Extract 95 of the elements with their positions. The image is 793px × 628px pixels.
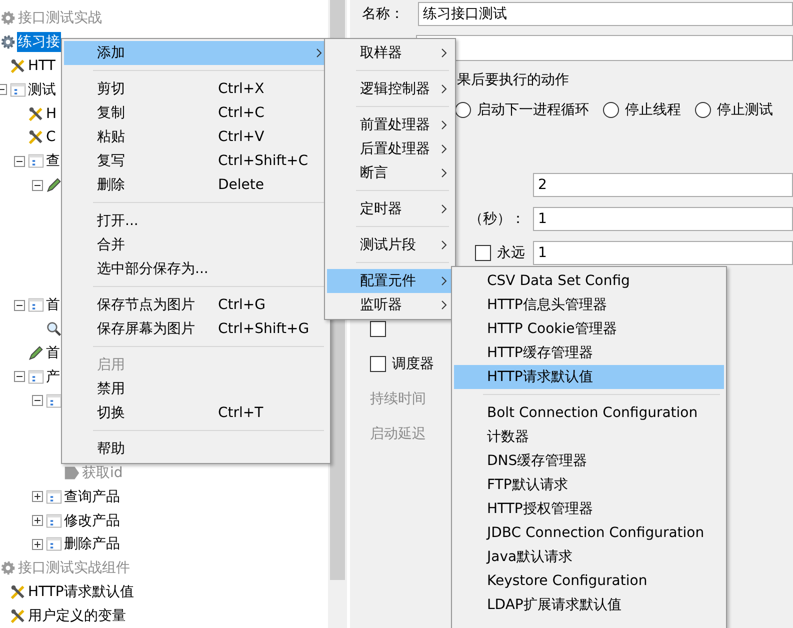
tools-icon — [10, 584, 26, 600]
checkbox[interactable] — [370, 321, 386, 337]
menu-item[interactable]: 复制 Ctrl+C — [64, 101, 328, 125]
shortcut-label: Ctrl+Shift+C — [218, 153, 309, 169]
pencil-icon — [28, 345, 44, 362]
field-label: 启动延迟 — [370, 425, 426, 443]
menu-item[interactable]: 断言 — [327, 161, 453, 185]
window-icon — [46, 488, 62, 505]
checkbox[interactable]: 永远 — [475, 244, 525, 262]
collapse-icon[interactable] — [14, 156, 25, 167]
name-label: 名称： — [362, 5, 404, 23]
menu-item[interactable]: HTTP Cookie管理器 — [454, 317, 724, 341]
menu-item[interactable]: 测试片段 — [327, 233, 453, 257]
menu-item[interactable]: HTTP授权管理器 — [454, 497, 724, 521]
shortcut-label: Ctrl+V — [218, 129, 266, 145]
number-field[interactable]: 1 — [533, 241, 793, 265]
menu-item[interactable]: 切换 Ctrl+T — [64, 401, 328, 425]
expand-icon[interactable] — [32, 491, 43, 502]
menu-item[interactable]: 删除 Delete — [64, 173, 328, 197]
tree-item[interactable]: 首 — [45, 295, 61, 316]
menu-item[interactable]: HTTP信息头管理器 — [454, 293, 724, 317]
menu-item[interactable]: 保存节点为图片 Ctrl+G — [64, 293, 328, 317]
menu-item[interactable]: 合并 — [64, 233, 328, 257]
shortcut-label: Ctrl+T — [218, 405, 264, 421]
menu-item[interactable]: 前置处理器 — [327, 113, 453, 137]
menu-item[interactable]: Java默认请求 — [454, 545, 724, 569]
tree-item[interactable]: 删除产品 — [63, 534, 121, 554]
tag-icon — [64, 464, 80, 481]
group-title: 果后要执行的动作 — [457, 71, 569, 89]
window-icon — [28, 297, 44, 314]
menu-item[interactable]: LDAP扩展请求默认值 — [454, 593, 724, 617]
expand-icon[interactable] — [32, 515, 43, 526]
collapse-icon[interactable] — [32, 180, 43, 191]
tree-item[interactable]: H — [45, 104, 58, 123]
menu-item[interactable]: 剪切 Ctrl+X — [64, 77, 328, 101]
window-icon — [46, 536, 62, 552]
tools-icon — [28, 106, 44, 122]
magnifier-icon — [46, 321, 62, 338]
shortcut-label: Ctrl+Shift+G — [218, 321, 310, 337]
window-icon — [46, 392, 62, 409]
menu-item[interactable]: 打开... — [64, 209, 328, 233]
menu-item[interactable]: 逻辑控制器 — [327, 77, 453, 101]
shortcut-label: Ctrl+X — [218, 81, 266, 97]
tools-icon — [28, 129, 44, 146]
menu-item[interactable]: JDBC Connection Configuration — [454, 521, 724, 545]
menu-item[interactable]: HTTP缓存管理器 — [454, 341, 724, 365]
number-field[interactable]: 2 — [533, 173, 793, 197]
menu-item[interactable]: 粘贴 Ctrl+V — [64, 125, 328, 149]
tree-item[interactable]: 查 — [45, 151, 61, 172]
tree-item[interactable]: 首 — [45, 343, 61, 364]
tree-item[interactable]: 产 — [45, 366, 61, 387]
field-label: （秒）： — [469, 210, 525, 228]
number-field[interactable]: 1 — [533, 207, 793, 231]
shortcut-label: Ctrl+G — [218, 297, 266, 313]
tree-item[interactable]: HTT — [27, 56, 56, 75]
shortcut-label: Ctrl+C — [218, 105, 266, 121]
menu-item[interactable]: 复写 Ctrl+Shift+C — [64, 149, 328, 173]
tree-item[interactable]: 修改产品 — [63, 510, 121, 531]
window-icon — [28, 153, 44, 170]
tree-item[interactable]: 练习接 — [17, 32, 61, 52]
menu-item[interactable]: 选中部分保存为... — [64, 257, 328, 281]
name-field[interactable]: 练习接口测试 — [418, 2, 793, 26]
menu-item[interactable]: 定时器 — [327, 197, 453, 221]
tools-icon — [10, 58, 26, 74]
menu-item[interactable]: 监听器 — [327, 293, 453, 317]
window-icon — [28, 368, 44, 385]
shortcut-label: Delete — [218, 177, 265, 193]
menu-item[interactable]: 后置处理器 — [327, 137, 453, 161]
menu-item[interactable]: 保存屏幕为图片 Ctrl+Shift+G — [64, 317, 328, 341]
menu-item[interactable]: CSV Data Set Config — [454, 269, 724, 293]
radio-option[interactable]: 停止测试 — [695, 101, 773, 119]
comments-field[interactable] — [416, 35, 793, 61]
checkbox[interactable]: 调度器 — [370, 355, 434, 373]
collapse-icon[interactable] — [14, 371, 25, 382]
collapse-icon[interactable] — [14, 300, 25, 311]
collapse-icon[interactable] — [32, 395, 43, 406]
menu-item[interactable]: 计数器 — [454, 425, 724, 449]
menu-item[interactable]: 禁用 — [64, 377, 328, 401]
tools-icon — [10, 608, 26, 624]
menu-item[interactable]: 配置元件 — [327, 269, 453, 293]
expand-icon[interactable] — [32, 538, 43, 550]
menu-item[interactable]: FTP默认请求 — [454, 473, 724, 497]
menu-item[interactable]: DNS缓存管理器 — [454, 449, 724, 473]
menu-item[interactable]: 帮助 — [64, 437, 328, 461]
menu-item[interactable]: 取样器 — [327, 41, 453, 65]
field-label: 持续时间 — [370, 390, 426, 408]
window-icon — [46, 512, 62, 529]
tree-item[interactable]: C — [45, 128, 57, 146]
menu-item[interactable]: Bolt Connection Configuration — [454, 401, 724, 425]
tree-item[interactable]: 测试 — [27, 80, 57, 100]
window-icon — [10, 82, 26, 98]
menu-item[interactable]: Keystore Configuration — [454, 569, 724, 593]
tree-item[interactable]: 查询产品 — [63, 486, 121, 507]
menu-item[interactable]: HTTP请求默认值 — [454, 365, 724, 389]
radio-option[interactable]: 停止线程 — [603, 101, 681, 119]
